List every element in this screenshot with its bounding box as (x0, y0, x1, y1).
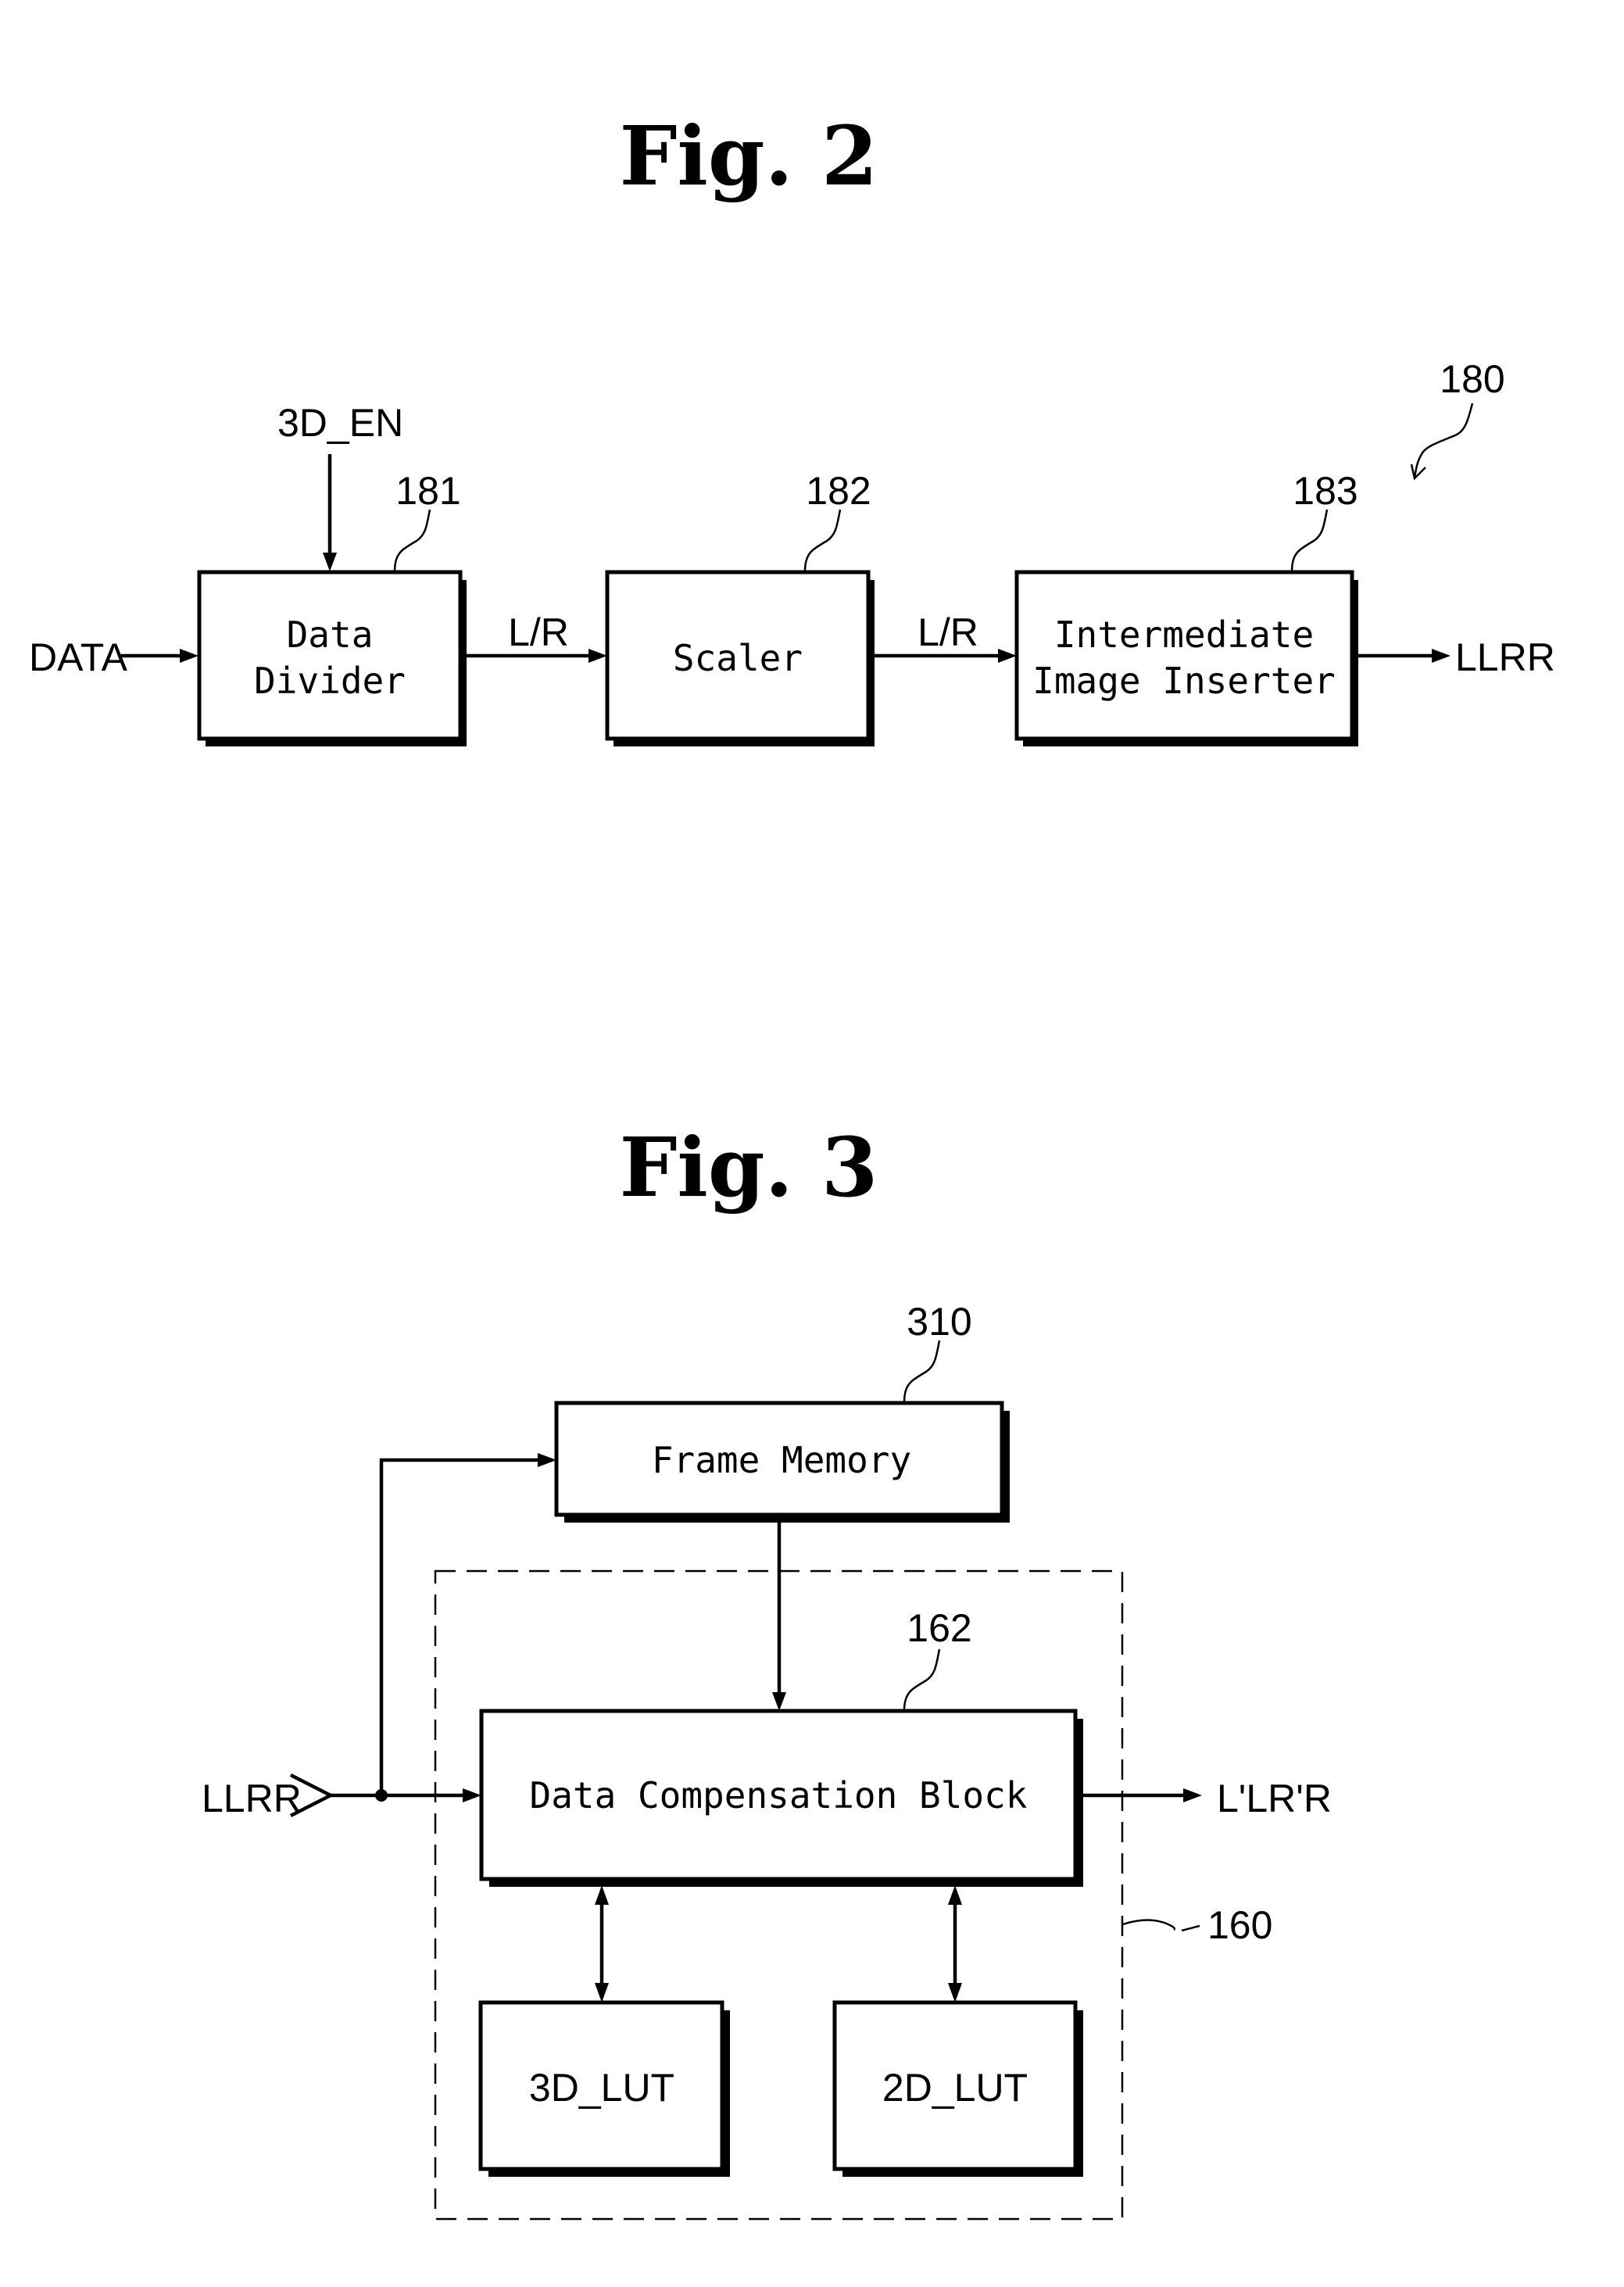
data-input-label: DATA (29, 635, 128, 679)
arrowhead-icon (463, 1788, 481, 1802)
arrowhead-down-icon (948, 1983, 962, 2002)
data-divider-block: Data Divider (197, 570, 467, 746)
arrowhead-icon (588, 649, 607, 663)
block-182-ref: 182 (806, 469, 871, 513)
ref-leader-dash (1181, 1924, 1200, 1932)
arrowhead-up-icon (595, 1885, 609, 1905)
data-compensation-block: Data Compensation Block (479, 1709, 1083, 1887)
link-2-label: L/R (918, 610, 978, 654)
block-181-ref: 181 (395, 469, 460, 513)
block-label: Scaler (673, 637, 803, 679)
arrowhead-down-icon (595, 1983, 609, 2002)
3d-lut-block: 3D_LUT (478, 2000, 730, 2177)
arrowhead-icon (323, 553, 337, 571)
figure-2-title: Fig. 2 (620, 108, 878, 204)
arrowhead-icon (1432, 649, 1451, 663)
block-label: Data Compensation Block (530, 1774, 1028, 1816)
scaler-block: Scaler (605, 570, 875, 746)
patent-drawing: Fig. 2 180 DATA 3D_EN Data Divider 181 L… (29, 108, 1555, 2221)
llrr-output-label: LLRR (1455, 635, 1555, 679)
group-160-ref: 160 (1207, 1903, 1272, 1947)
block-label-line-2: Image Inserter (1032, 660, 1336, 702)
block-183-ref: 183 (1293, 469, 1358, 513)
figure-3: Fig. 3 Frame Memory 310 160 Data Compens… (202, 1119, 1332, 2221)
llrr-input-label: LLRR (202, 1777, 302, 1820)
ref-leader-line (803, 509, 842, 573)
intermediate-image-inserter-block: Intermediate Image Inserter (1014, 570, 1358, 746)
figure-3-title: Fig. 3 (620, 1119, 878, 1215)
reference-arrowhead-icon (1410, 463, 1426, 481)
ref-leader-line (903, 1648, 941, 1712)
block-label: 3D_LUT (529, 2066, 674, 2110)
output-label: L'LR'R (1217, 1777, 1332, 1820)
arrowhead-icon (1183, 1788, 1202, 1802)
figure-2: Fig. 2 180 DATA 3D_EN Data Divider 181 L… (29, 108, 1555, 746)
figure-2-reference-label: 180 (1440, 357, 1504, 401)
reference-arrow-icon (1413, 403, 1474, 479)
block-label: 2D_LUT (882, 2066, 1028, 2110)
block-label-line-1: Data (287, 614, 374, 656)
block-162-ref: 162 (907, 1606, 971, 1650)
arrowhead-icon (998, 649, 1017, 663)
arrowhead-icon (772, 1692, 786, 1711)
ref-leader-line (393, 509, 431, 573)
frame-memory-block: Frame Memory (554, 1401, 1010, 1523)
arrowhead-up-icon (948, 1885, 962, 1905)
arrowhead-icon (538, 1453, 556, 1467)
block-label-line-2: Divider (254, 660, 406, 702)
ref-leader-line (1290, 509, 1329, 573)
2d-lut-block: 2D_LUT (832, 2000, 1083, 2177)
arrowhead-icon (180, 649, 199, 663)
link-1-label: L/R (508, 610, 569, 654)
block-label-line-1: Intermediate (1054, 614, 1314, 656)
3d-en-label: 3D_EN (277, 401, 403, 445)
block-label: Frame Memory (652, 1439, 911, 1481)
block-310-ref: 310 (907, 1300, 971, 1344)
ref-leader-line (1122, 1919, 1176, 1931)
ref-leader-line (903, 1340, 941, 1404)
